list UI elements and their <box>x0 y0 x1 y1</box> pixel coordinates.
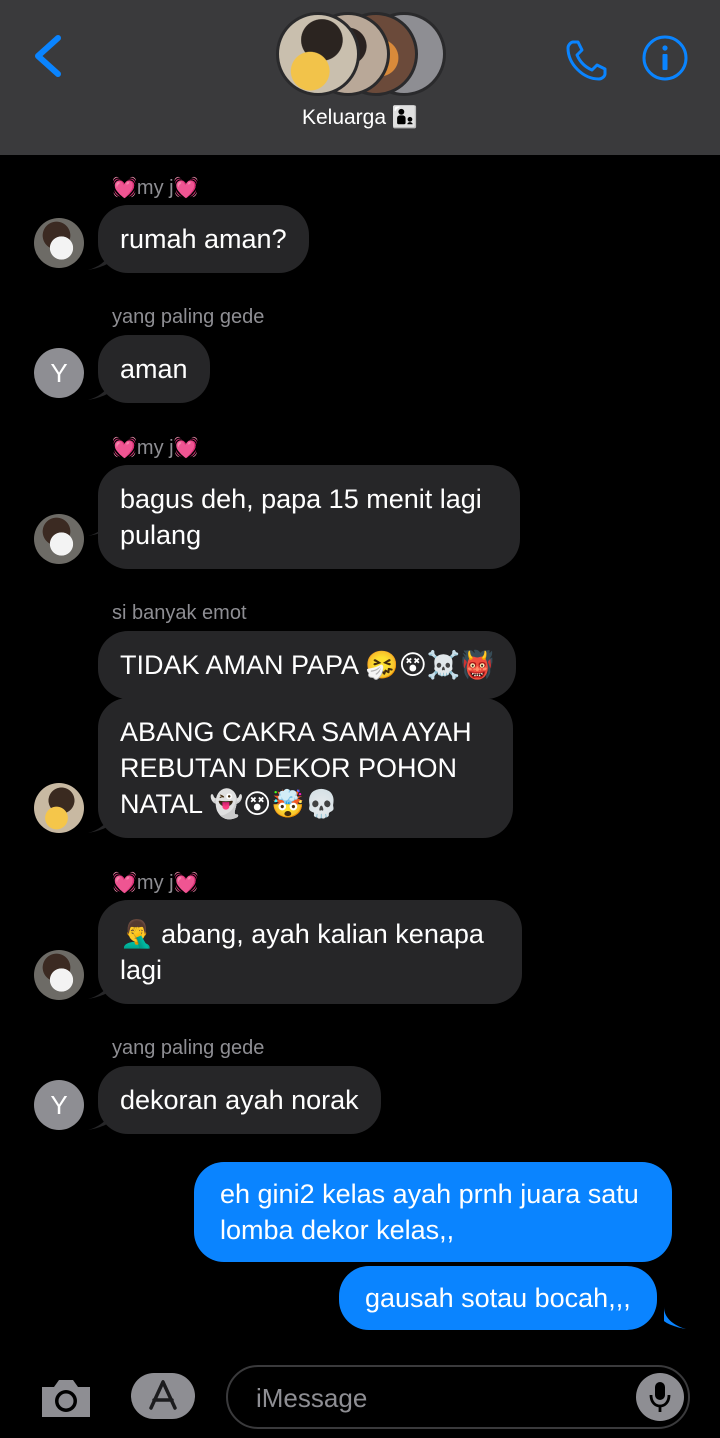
group-avatar-1 <box>276 12 360 96</box>
message-text: rumah aman? <box>120 224 287 254</box>
bubble-tail <box>664 1307 686 1329</box>
message-bubble-incoming[interactable]: 🤦‍♂️ abang, ayah kalian kenapa lagi <box>98 900 522 1004</box>
avatar[interactable]: Y <box>34 1080 84 1130</box>
message-bubble-incoming[interactable]: TIDAK AMAN PAPA 🤧😵☠️👹 <box>98 631 517 699</box>
message-bubble-outgoing[interactable]: gausah sotau bocah,,, <box>339 1266 657 1330</box>
sender-name-text: yang paling gede <box>112 1037 265 1059</box>
message-input-placeholder: iMessage <box>256 1383 368 1413</box>
phone-icon[interactable] <box>563 36 611 84</box>
heart-emoji: 💓 <box>112 872 137 894</box>
message-text: TIDAK AMAN PAPA 🤧😵☠️👹 <box>120 650 495 680</box>
conversation-header: Keluarga 👨‍👦 <box>0 0 720 155</box>
message-bubble-incoming[interactable]: ABANG CAKRA SAMA AYAH REBUTAN DEKOR POHO… <box>98 698 513 838</box>
group-title[interactable]: Keluarga 👨‍👦 <box>0 106 720 130</box>
app-store-icon[interactable] <box>130 1373 196 1419</box>
sender-name-text: my j <box>136 437 174 459</box>
message-bubble-incoming[interactable]: bagus deh, papa 15 menit lagi pulang <box>98 465 520 569</box>
sender-name-text: si banyak emot <box>112 602 247 624</box>
camera-icon[interactable] <box>38 1375 94 1421</box>
sender-name: yang paling gede <box>112 1037 264 1060</box>
message-text-line: NATAL 👻😵🤯💀 <box>120 789 339 819</box>
message-bubble-incoming[interactable]: dekoran ayah norak <box>98 1066 381 1134</box>
message-text: aman <box>120 354 188 384</box>
message-bubble-incoming[interactable]: aman <box>98 335 210 403</box>
message-text-line: lagi <box>120 955 163 985</box>
sender-name: 💓my j💓 <box>112 435 198 460</box>
message-bubble-outgoing[interactable]: eh gini2 kelas ayah prnh juara satu lomb… <box>194 1162 672 1262</box>
avatar[interactable] <box>34 514 84 564</box>
info-icon[interactable] <box>641 34 689 82</box>
avatar[interactable] <box>34 783 84 833</box>
message-text-line: pulang <box>120 520 202 550</box>
message-text: dekoran ayah norak <box>120 1085 359 1115</box>
message-bubble-incoming[interactable]: rumah aman? <box>98 205 309 273</box>
message-text-line: REBUTAN DEKOR POHON <box>120 753 458 783</box>
group-title-text: Keluarga <box>301 106 387 129</box>
sender-name-text: my j <box>136 872 174 894</box>
avatar-letter: Y <box>50 357 68 388</box>
message-text: gausah sotau bocah,,, <box>365 1283 631 1313</box>
avatar-letter: Y <box>50 1089 68 1120</box>
avatar[interactable] <box>34 218 84 268</box>
heart-emoji: 💓 <box>112 437 137 459</box>
heart-emoji: 💓 <box>173 177 199 199</box>
sender-name: 💓my j💓 <box>112 175 198 200</box>
message-input[interactable]: iMessage <box>226 1365 690 1429</box>
avatar[interactable] <box>34 950 84 1000</box>
group-title-emoji: 👨‍👦 <box>391 106 419 129</box>
composer-bar: iMessage <box>0 1355 720 1438</box>
group-avatar-stack[interactable] <box>276 12 446 96</box>
sender-name-text: yang paling gede <box>112 306 265 328</box>
message-thread[interactable]: 💓my j💓 rumah aman? yang paling gede Y am… <box>0 155 720 1355</box>
heart-emoji: 💓 <box>173 872 199 894</box>
chevron-left-icon[interactable] <box>28 32 68 80</box>
microphone-icon[interactable] <box>636 1373 684 1421</box>
sender-name: 💓my j💓 <box>112 870 198 895</box>
message-text-line: bagus deh, papa 15 menit lagi <box>120 484 482 514</box>
avatar[interactable]: Y <box>34 348 84 398</box>
sender-name: si banyak emot <box>112 602 247 625</box>
message-text-line: 🤦‍♂️ abang, ayah kalian kenapa <box>120 919 484 949</box>
message-text-line: eh gini2 kelas ayah prnh juara satu <box>220 1179 639 1209</box>
sender-name-text: my j <box>136 177 174 199</box>
message-text-line: lomba dekor kelas,, <box>220 1215 455 1245</box>
heart-emoji: 💓 <box>173 437 199 459</box>
sender-name: yang paling gede <box>112 306 264 329</box>
message-text-line: ABANG CAKRA SAMA AYAH <box>120 717 472 747</box>
heart-emoji: 💓 <box>112 177 137 199</box>
